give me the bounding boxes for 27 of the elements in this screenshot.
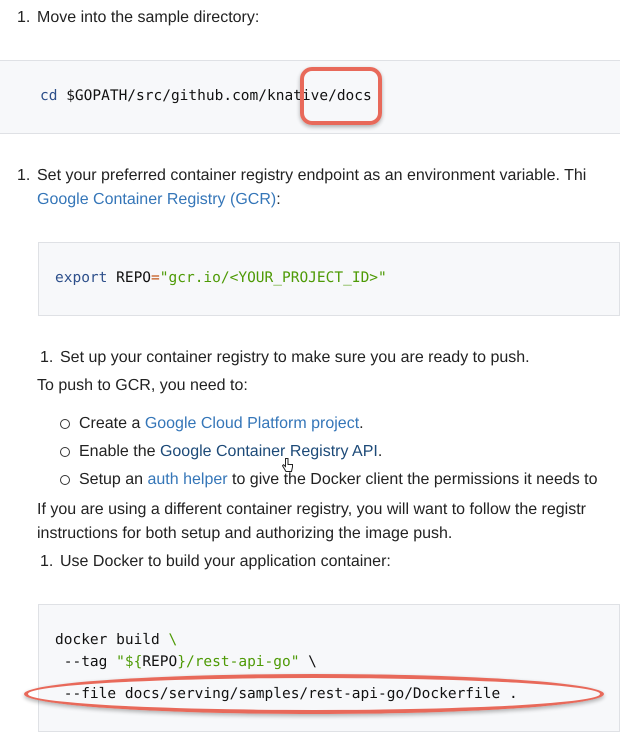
body-text: Create a Google Cloud Platform project. — [79, 414, 364, 434]
pointer-cursor-icon — [282, 458, 294, 473]
text-link[interactable]: Google Container Registry (GCR) — [37, 191, 276, 208]
body-text: To push to GCR, you need to: — [37, 376, 249, 396]
text-link[interactable]: Google Cloud Platform project — [144, 415, 360, 432]
list-number: 1. — [40, 348, 54, 368]
body-text: Move into the sample directory: — [37, 8, 260, 28]
bullet-icon — [60, 447, 70, 457]
body-text: Set your preferred container registry endpoint as an environment variable. Thi — [37, 166, 586, 186]
body-text: instructions for both setup and authorizing the image push. — [37, 524, 454, 544]
list-number: 1. — [17, 8, 32, 28]
text-link[interactable]: Google Container Registry API — [160, 443, 378, 460]
body-text: Set up your container registry to make sure you are ready to push. — [60, 348, 530, 368]
bullet-icon — [60, 475, 70, 485]
bullet-icon — [60, 419, 70, 429]
text-link[interactable]: auth helper — [148, 471, 228, 488]
code-line: --file docs/serving/samples/rest-api-go/Dockerfile . — [62, 685, 519, 704]
code-line: --tag "${REPO}/rest-api-go" \ — [62, 653, 318, 672]
list-number: 1. — [40, 552, 54, 572]
body-text: Enable the Google Container Registry API. — [79, 442, 382, 462]
body-text: Use Docker to build your application container: — [60, 552, 391, 572]
body-text: If you are using a different container registry, you will want to follow the registr — [37, 500, 588, 520]
body-text: Google Container Registry (GCR): — [37, 190, 282, 210]
list-number: 1. — [17, 166, 32, 186]
body-text: Setup an auth helper to give the Docker client the permissions it needs to — [79, 470, 598, 490]
code-line: export REPO="gcr.io/<YOUR_PROJECT_ID>" — [55, 269, 388, 288]
code-line: docker build \ — [55, 631, 178, 650]
